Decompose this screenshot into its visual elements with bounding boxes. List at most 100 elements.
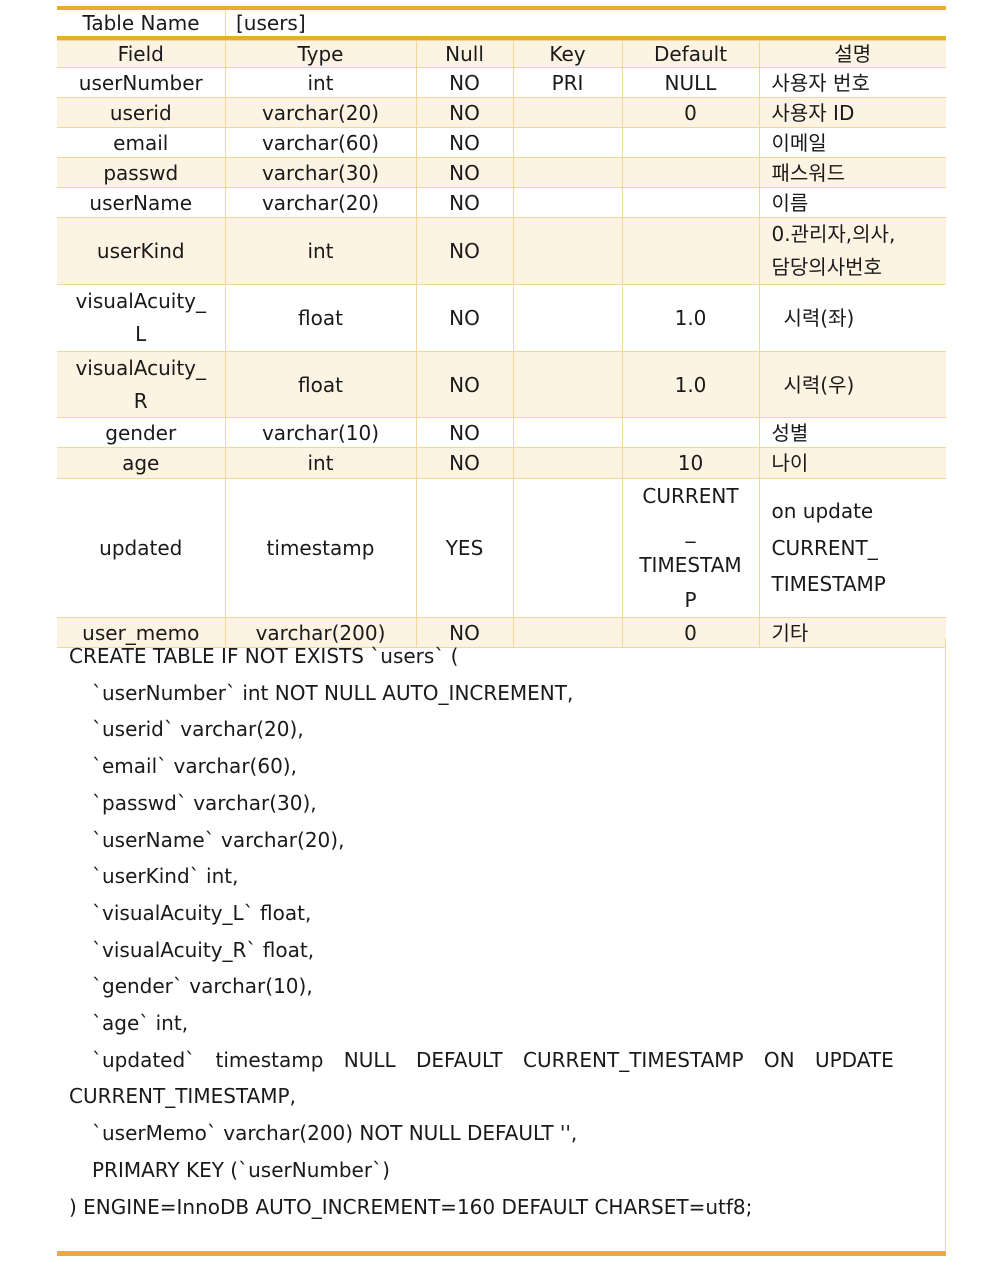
col-header-description: 설명 [758,40,946,68]
cell-default: 1.0 [621,284,760,352]
cell-null: NO [415,67,514,98]
table-row: userKind int NO 0.관리자,의사, 담당의사번호 [57,217,946,285]
sql-line: `passwd` varchar(30), [92,790,317,815]
sql-line: `userMemo` varchar(200) NOT NULL DEFAULT… [92,1121,578,1146]
cell-key [512,127,623,158]
table-row: gender varchar(10) NO 성별 [57,417,946,448]
cell-description: 나이 [758,447,946,479]
table-name-label: Table Name [57,10,226,36]
cell-null: NO [415,447,514,479]
cell-null: NO [415,417,514,448]
cell-description: 시력(좌) [758,284,946,352]
sql-line: `gender` varchar(10), [92,974,313,999]
cell-type: varchar(20) [224,187,417,218]
cell-key [512,351,623,418]
cell-null: NO [415,284,514,352]
cell-field: visualAcuity_ R [57,351,226,418]
cell-default [621,127,760,158]
cell-field: updated [57,478,226,618]
cell-field: userName [57,187,226,218]
cell-default: 1.0 [621,351,760,418]
cell-type: float [224,284,417,352]
sql-code-block: CREATE TABLE IF NOT EXISTS `users` ( `use… [57,638,946,1250]
cell-type: varchar(20) [224,97,417,128]
col-header-type: Type [224,40,417,68]
sql-line: PRIMARY KEY (`userNumber`) [92,1157,390,1182]
cell-description: 사용자 번호 [758,67,946,98]
table-row: userName varchar(20) NO 이름 [57,187,946,218]
cell-type: varchar(60) [224,127,417,158]
cell-field: passwd [57,157,226,188]
cell-description: on update CURRENT_ TIMESTAMP [758,478,946,618]
cell-description: 사용자 ID [758,97,946,128]
sql-line: `userid` varchar(20), [92,717,304,742]
sql-line: `userNumber` int NOT NULL AUTO_INCREMENT… [92,680,574,705]
table-row: updated timestamp YES CURRENT _ TIMESTAM Po… [57,478,946,618]
cell-default [621,417,760,448]
cell-key [512,187,623,218]
bottom-rule [57,1251,946,1256]
col-header-field: Field [57,40,226,68]
cell-default: 0 [621,97,760,128]
sql-line: ) ENGINE=InnoDB AUTO_INCREMENT=160 DEFAU… [69,1194,753,1219]
table-row: passwd varchar(30) NO 패스워드 [57,157,946,188]
sql-line: `email` varchar(60), [92,754,297,779]
cell-null: NO [415,127,514,158]
cell-default: CURRENT _ TIMESTAM P [621,478,760,618]
cell-field: userid [57,97,226,128]
table-name-row: Table Name [users] [57,10,946,36]
cell-key [512,417,623,448]
table-row: userid varchar(20) NO 0 사용자 ID [57,97,946,128]
cell-key [512,284,623,352]
cell-description: 이메일 [758,127,946,158]
cell-type: float [224,351,417,418]
cell-type: varchar(10) [224,417,417,448]
cell-type: varchar(30) [224,157,417,188]
cell-description: 시력(우) [758,351,946,418]
cell-description: 성별 [758,417,946,448]
cell-field: userNumber [57,67,226,98]
cell-default [621,187,760,218]
col-header-default: Default [621,40,760,68]
sql-line: `userName` varchar(20), [92,827,345,852]
cell-null: NO [415,351,514,418]
cell-description: 패스워드 [758,157,946,188]
cell-key [512,217,623,285]
table-row: visualAcuity_ Lfloat NO 1.0 시력(좌) [57,284,946,352]
cell-null: NO [415,97,514,128]
cell-key [512,478,623,618]
cell-type: timestamp [224,478,417,618]
table-name-value: [users] [236,11,306,35]
cell-field: age [57,447,226,479]
cell-description: 0.관리자,의사, 담당의사번호 [758,217,946,285]
cell-null: NO [415,157,514,188]
header-row: Field Type Null Key Default 설명 [57,40,946,68]
sql-line: `updated` timestamp NULL DEFAULT CURRENT… [92,1047,894,1072]
sql-line: CREATE TABLE IF NOT EXISTS `users` ( [69,644,459,668]
cell-description: 이름 [758,187,946,218]
col-header-key: Key [512,40,623,68]
cell-null: YES [415,478,514,618]
sql-line: `age` int, [92,1011,189,1036]
cell-type: int [224,447,417,479]
cell-key [512,447,623,479]
cell-default: NULL [621,67,760,98]
cell-default [621,217,760,285]
schema-table: Field Type Null Key Default 설명 userNumbe… [57,40,946,648]
cell-field: gender [57,417,226,448]
cell-null: NO [415,217,514,285]
cell-key: PRI [512,67,623,98]
cell-null: NO [415,187,514,218]
table-row: userNumber int NO PRI NULL 사용자 번호 [57,67,946,98]
sql-line: `userKind` int, [92,864,239,889]
table-row: email varchar(60) NO 이메일 [57,127,946,158]
cell-key [512,157,623,188]
sql-line: `visualAcuity_R` float, [92,937,315,962]
sql-line: `visualAcuity_L` float, [92,900,312,925]
cell-field: email [57,127,226,158]
cell-type: int [224,67,417,98]
col-header-null: Null [415,40,514,68]
cell-key [512,97,623,128]
sql-line: CURRENT_TIMESTAMP, [69,1084,296,1109]
cell-type: int [224,217,417,285]
